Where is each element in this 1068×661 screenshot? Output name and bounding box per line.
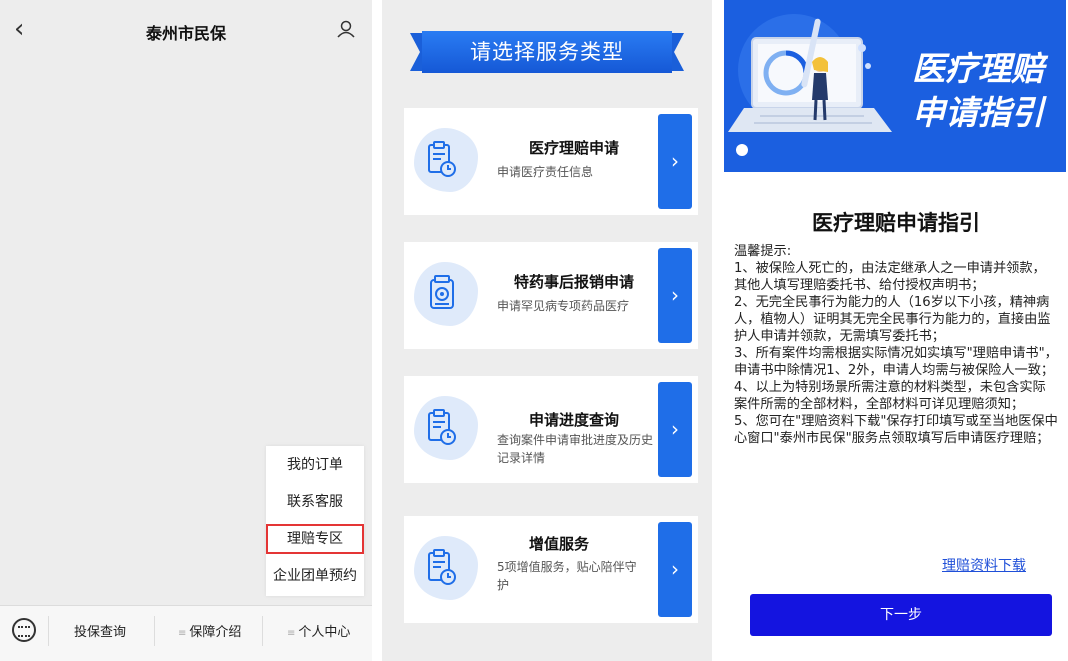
nav-coverage-label: 保障介绍 [189, 625, 242, 640]
menu-item-customer-service[interactable]: 联系客服 [266, 484, 364, 521]
divider [154, 616, 155, 646]
medicine-icon [430, 275, 454, 309]
laptop-illustration [728, 14, 892, 156]
card-subtitle: 申请罕见病专项药品医疗 [497, 299, 630, 313]
guide-line: 3、所有案件均需根据实际情况如实填写"理赔申请书"，申请书中除情况1、2外，申请… [734, 346, 1058, 378]
menu-dot-icon: ≡ [178, 628, 187, 639]
chevron-right-icon[interactable]: › [658, 522, 692, 617]
guide-line: 2、无完全民事行为能力的人（16岁以下小孩，精神病人，植物人）证明其无完全民事行… [734, 295, 1051, 344]
chevron-right-icon[interactable]: › [658, 248, 692, 343]
next-button[interactable]: 下一步 [750, 594, 1052, 636]
hero-banner: 医疗理赔 申请指引 [724, 0, 1066, 172]
chevron-right-icon[interactable]: › [658, 114, 692, 209]
user-icon[interactable] [336, 19, 356, 43]
bottom-nav: 投保查询 ≡ 保障介绍 ≡ 个人中心 [0, 605, 372, 661]
card-title: 增值服务 [528, 535, 589, 553]
claim-guide-screen: 医疗理赔 申请指引 医疗理赔申请指引 温馨提示: 1、被保险人死亡的，由法定继承… [724, 0, 1068, 661]
clipboard-clock-icon [428, 549, 456, 585]
chevron-right-icon[interactable]: › [658, 382, 692, 477]
page-title: 泰州市民保 [145, 24, 226, 43]
nav-personal-label: 个人中心 [298, 625, 351, 640]
service-select-screen: 请选择服务类型 医疗理赔申请 申请医疗责任信息 › 特药事后报销申请 申请罕见病… [382, 0, 712, 661]
top-bar: ‹ 泰州市民保 [0, 0, 372, 62]
guide-line: 4、以上为特别场景所需注意的材料类型，未包含实际案件所需的全部材料，全部材料可详… [734, 380, 1046, 412]
service-card-special-drug[interactable]: 特药事后报销申请 申请罕见病专项药品医疗 › [404, 242, 698, 349]
card-subtitle: 查询案件申请审批进度及历史记录详情 [497, 433, 654, 465]
clipboard-clock-icon [428, 141, 456, 177]
guide-text: 温馨提示: 1、被保险人死亡的，由法定继承人之一申请并领款，其他人填写理赔委托书… [734, 243, 1058, 447]
hero-title-line1: 医疗理赔 [912, 49, 1044, 88]
nav-personal-center[interactable]: ≡ 个人中心 [287, 621, 350, 640]
clipboard-clock-icon [428, 409, 456, 445]
guide-line: 5、您可在"理赔资料下载"保存打印填写或至当地医保中心窗口"泰州市民保"服务点领… [734, 414, 1058, 446]
service-card-medical-claim[interactable]: 医疗理赔申请 申请医疗责任信息 › [404, 108, 698, 215]
menu-item-claims-zone[interactable]: 理赔专区 [266, 524, 364, 554]
card-subtitle: 5项增值服务，贴心陪伴守护 [497, 560, 637, 592]
guide-line: 1、被保险人死亡的，由法定继承人之一申请并领款，其他人填写理赔委托书、给付授权声… [734, 261, 1046, 293]
banner: 请选择服务类型 [410, 27, 684, 77]
service-card-progress-query[interactable]: 申请进度查询 查询案件申请审批进度及历史记录详情 › [404, 376, 698, 483]
card-title: 申请进度查询 [528, 411, 619, 429]
banner-title: 请选择服务类型 [470, 40, 624, 64]
menu-item-my-orders[interactable]: 我的订单 [266, 447, 364, 484]
card-subtitle: 申请医疗责任信息 [497, 165, 594, 179]
divider [262, 616, 263, 646]
card-title: 特药事后报销申请 [513, 273, 634, 291]
keyboard-icon[interactable] [12, 618, 36, 642]
page-heading: 医疗理赔申请指引 [812, 211, 980, 235]
hero-title-line2: 申请指引 [912, 93, 1044, 132]
guide-line: 温馨提示: [734, 244, 792, 259]
wechat-menu-screen: ‹ 泰州市民保 我的订单 联系客服 理赔专区 企业团单预约 投保查询 ≡ 保障介绍… [0, 0, 372, 661]
divider [48, 616, 49, 646]
nav-insurance-query[interactable]: 投保查询 [74, 621, 126, 640]
menu-dot-icon: ≡ [287, 628, 296, 639]
menu-item-group-booking[interactable]: 企业团单预约 [266, 558, 364, 595]
nav-coverage-intro[interactable]: ≡ 保障介绍 [178, 621, 241, 640]
service-card-value-added[interactable]: 增值服务 5项增值服务，贴心陪伴守护 › [404, 516, 698, 623]
popup-menu: 我的订单 联系客服 理赔专区 企业团单预约 [266, 446, 364, 596]
download-link[interactable]: 理赔资料下载 [942, 555, 1026, 575]
card-title: 医疗理赔申请 [528, 139, 619, 157]
